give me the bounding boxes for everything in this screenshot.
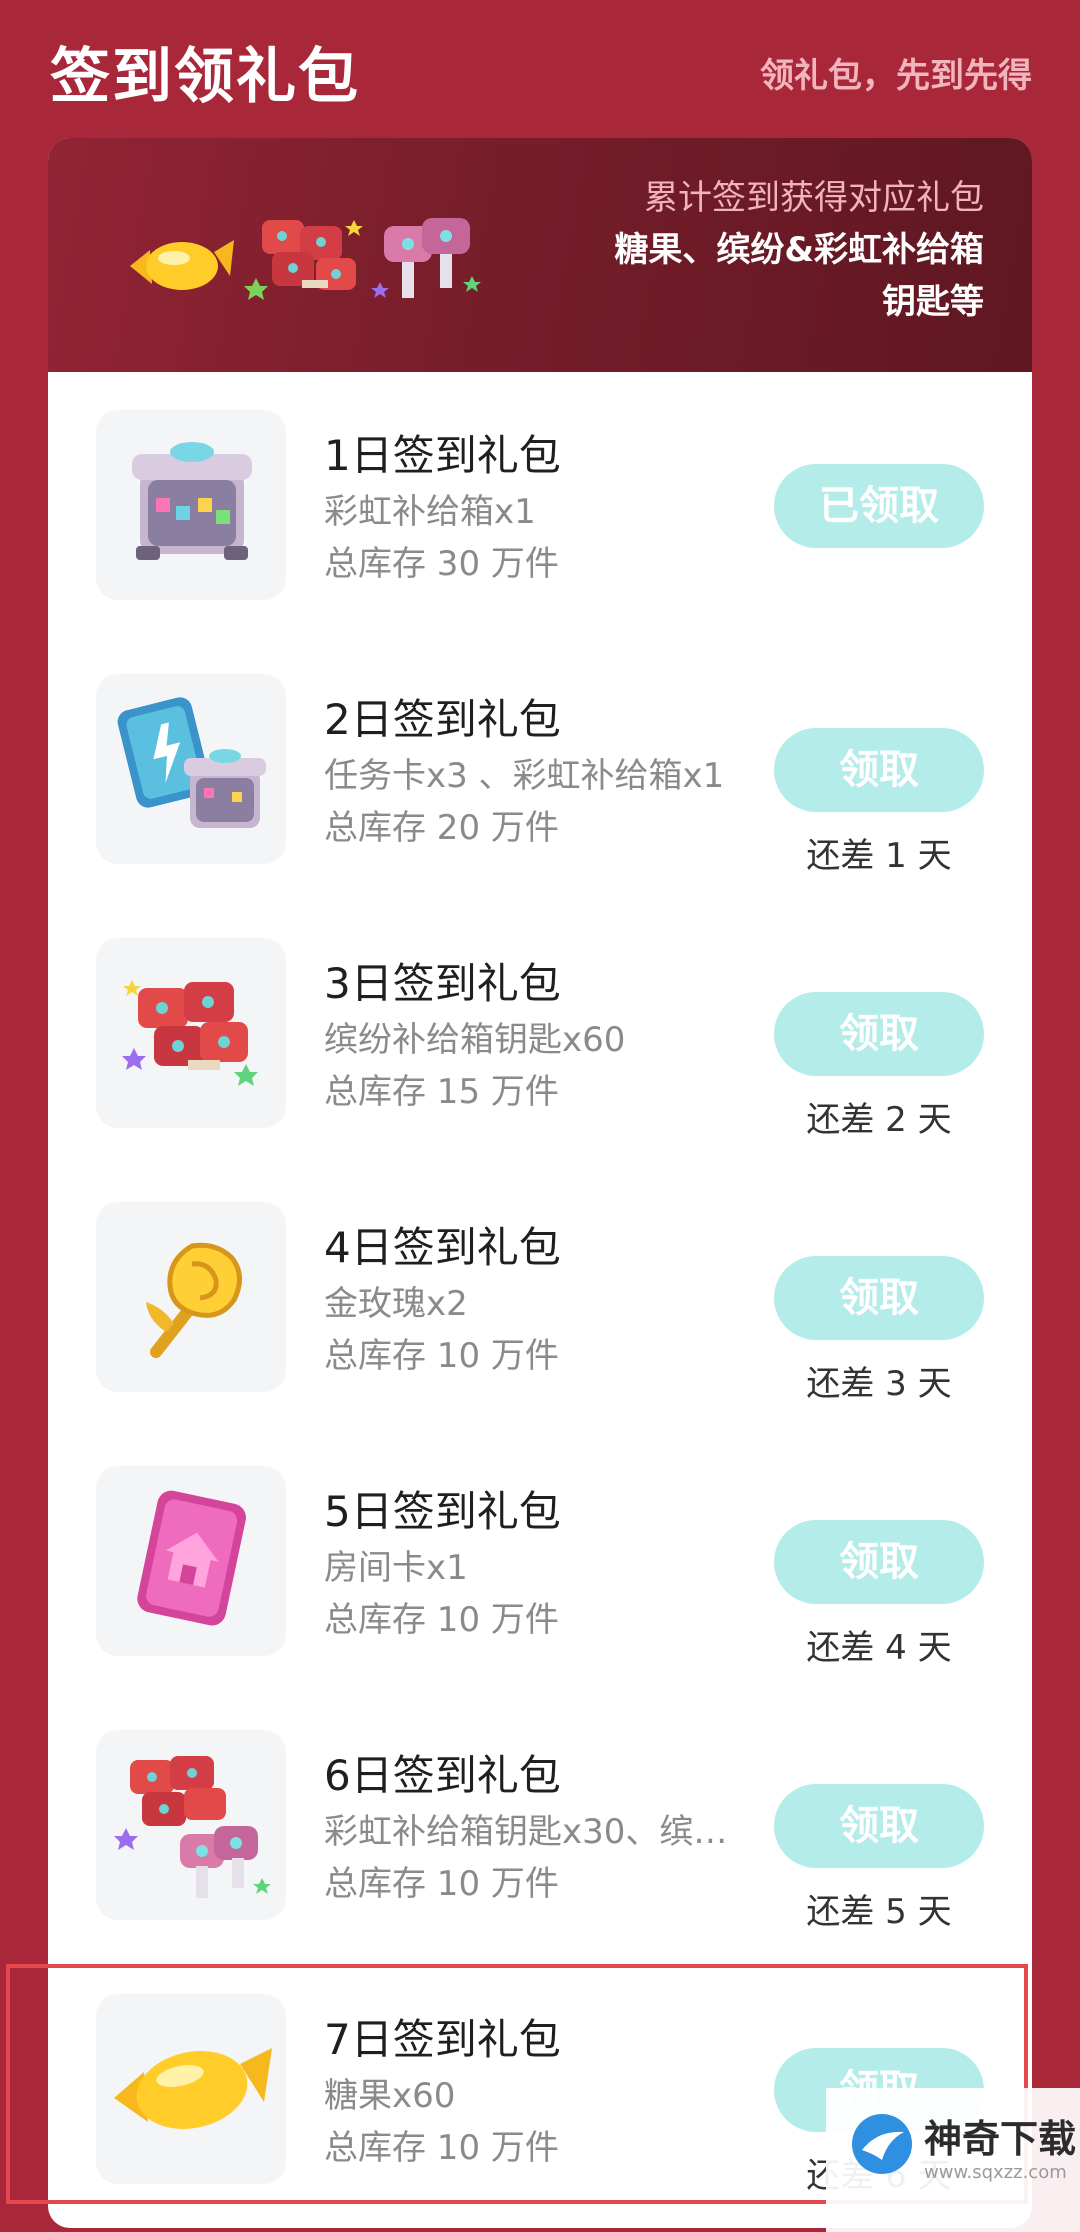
banner-line-2: 糖果、缤纷&彩虹补给箱 (614, 230, 984, 270)
reward-title: 6日签到礼包 (324, 1751, 561, 1800)
confetti-keys-icon (244, 220, 363, 300)
days-remaining: 还差 4 天 (806, 1628, 952, 1668)
reward-desc: 彩虹补给箱x1 (324, 492, 536, 532)
claim-button[interactable]: 领取 (774, 1256, 984, 1340)
reward-row-day1: 1日签到礼包 彩虹补给箱x1 总库存 30 万件 已领取 (48, 372, 1032, 636)
reward-stock: 总库存 10 万件 (324, 1336, 559, 1376)
rainbow-keys-icon (371, 218, 481, 298)
reward-stock: 总库存 15 万件 (324, 1072, 559, 1112)
reward-title: 2日签到礼包 (324, 695, 561, 744)
reward-stock: 总库存 10 万件 (324, 1864, 559, 1904)
claim-button[interactable]: 领取 (774, 1784, 984, 1868)
banner-items-illustration (130, 218, 481, 300)
reward-row-day5: 5日签到礼包 房间卡x1 总库存 10 万件 领取 还差 4 天 (48, 1428, 1032, 1692)
reward-stock: 总库存 20 万件 (324, 808, 559, 848)
reward-title: 1日签到礼包 (324, 431, 561, 480)
page-title: 签到领礼包 (50, 42, 360, 112)
reward-desc: 任务卡x3 、彩虹补给箱x1 (324, 756, 725, 796)
mixed-keys-icon (96, 1730, 286, 1920)
reward-row-day6: 6日签到礼包 彩虹补给箱钥匙x30、缤… 总库存 10 万件 领取 还差 5 天 (48, 1692, 1032, 1956)
candy-icon (96, 1994, 286, 2184)
banner-line-3: 钥匙等 (882, 282, 984, 322)
reward-row-day4: 4日签到礼包 金玫瑰x2 总库存 10 万件 领取 还差 3 天 (48, 1164, 1032, 1428)
reward-stock: 总库存 30 万件 (324, 544, 559, 584)
reward-row-day3: 3日签到礼包 缤纷补给箱钥匙x60 总库存 15 万件 领取 还差 2 天 (48, 900, 1032, 1164)
task-card-and-box-icon (96, 674, 286, 864)
room-card-icon (96, 1466, 286, 1656)
days-remaining: 还差 5 天 (806, 1892, 952, 1932)
claim-button[interactable]: 领取 (774, 1520, 984, 1604)
page-subtitle: 领礼包，先到先得 (760, 56, 1032, 96)
reward-title: 3日签到礼包 (324, 959, 561, 1008)
reward-title: 4日签到礼包 (324, 1223, 561, 1272)
watermark-name: 神奇下载 (924, 2117, 1077, 2161)
banner-text: 累计签到获得对应礼包 糖果、缤纷&彩虹补给箱 钥匙等 (614, 172, 984, 328)
rainbow-supply-box-icon (96, 410, 286, 600)
reward-desc: 缤纷补给箱钥匙x60 (324, 1020, 626, 1060)
reward-title: 5日签到礼包 (324, 1487, 561, 1536)
days-remaining: 还差 1 天 (806, 836, 952, 876)
confetti-keys-icon (96, 938, 286, 1128)
banner-line-1: 累计签到获得对应礼包 (644, 178, 984, 218)
reward-desc: 金玫瑰x2 (324, 1284, 468, 1324)
days-remaining: 还差 2 天 (806, 1100, 952, 1140)
reward-row-day2: 2日签到礼包 任务卡x3 、彩虹补给箱x1 总库存 20 万件 领取 还差 1 … (48, 636, 1032, 900)
reward-stock: 总库存 10 万件 (324, 1600, 559, 1640)
days-remaining: 还差 3 天 (806, 1364, 952, 1404)
watermark-logo-icon (852, 2114, 912, 2174)
claim-button[interactable]: 领取 (774, 992, 984, 1076)
reward-desc: 糖果x60 (324, 2076, 456, 2116)
reward-desc: 彩虹补给箱钥匙x30、缤… (324, 1812, 728, 1852)
reward-title: 7日签到礼包 (324, 2015, 561, 2064)
reward-stock: 总库存 10 万件 (324, 2128, 559, 2168)
candy-icon (130, 240, 234, 290)
reward-panel: 累计签到获得对应礼包 糖果、缤纷&彩虹补给箱 钥匙等 1日签到礼包 彩虹补给箱x… (48, 138, 1032, 2228)
gold-rose-icon (96, 1202, 286, 1392)
claim-button[interactable]: 领取 (774, 728, 984, 812)
reward-desc: 房间卡x1 (324, 1548, 468, 1588)
claimed-button[interactable]: 已领取 (774, 464, 984, 548)
watermark-url: www.sqxzz.com (924, 2162, 1067, 2183)
reward-banner: 累计签到获得对应礼包 糖果、缤纷&彩虹补给箱 钥匙等 (48, 138, 1032, 372)
